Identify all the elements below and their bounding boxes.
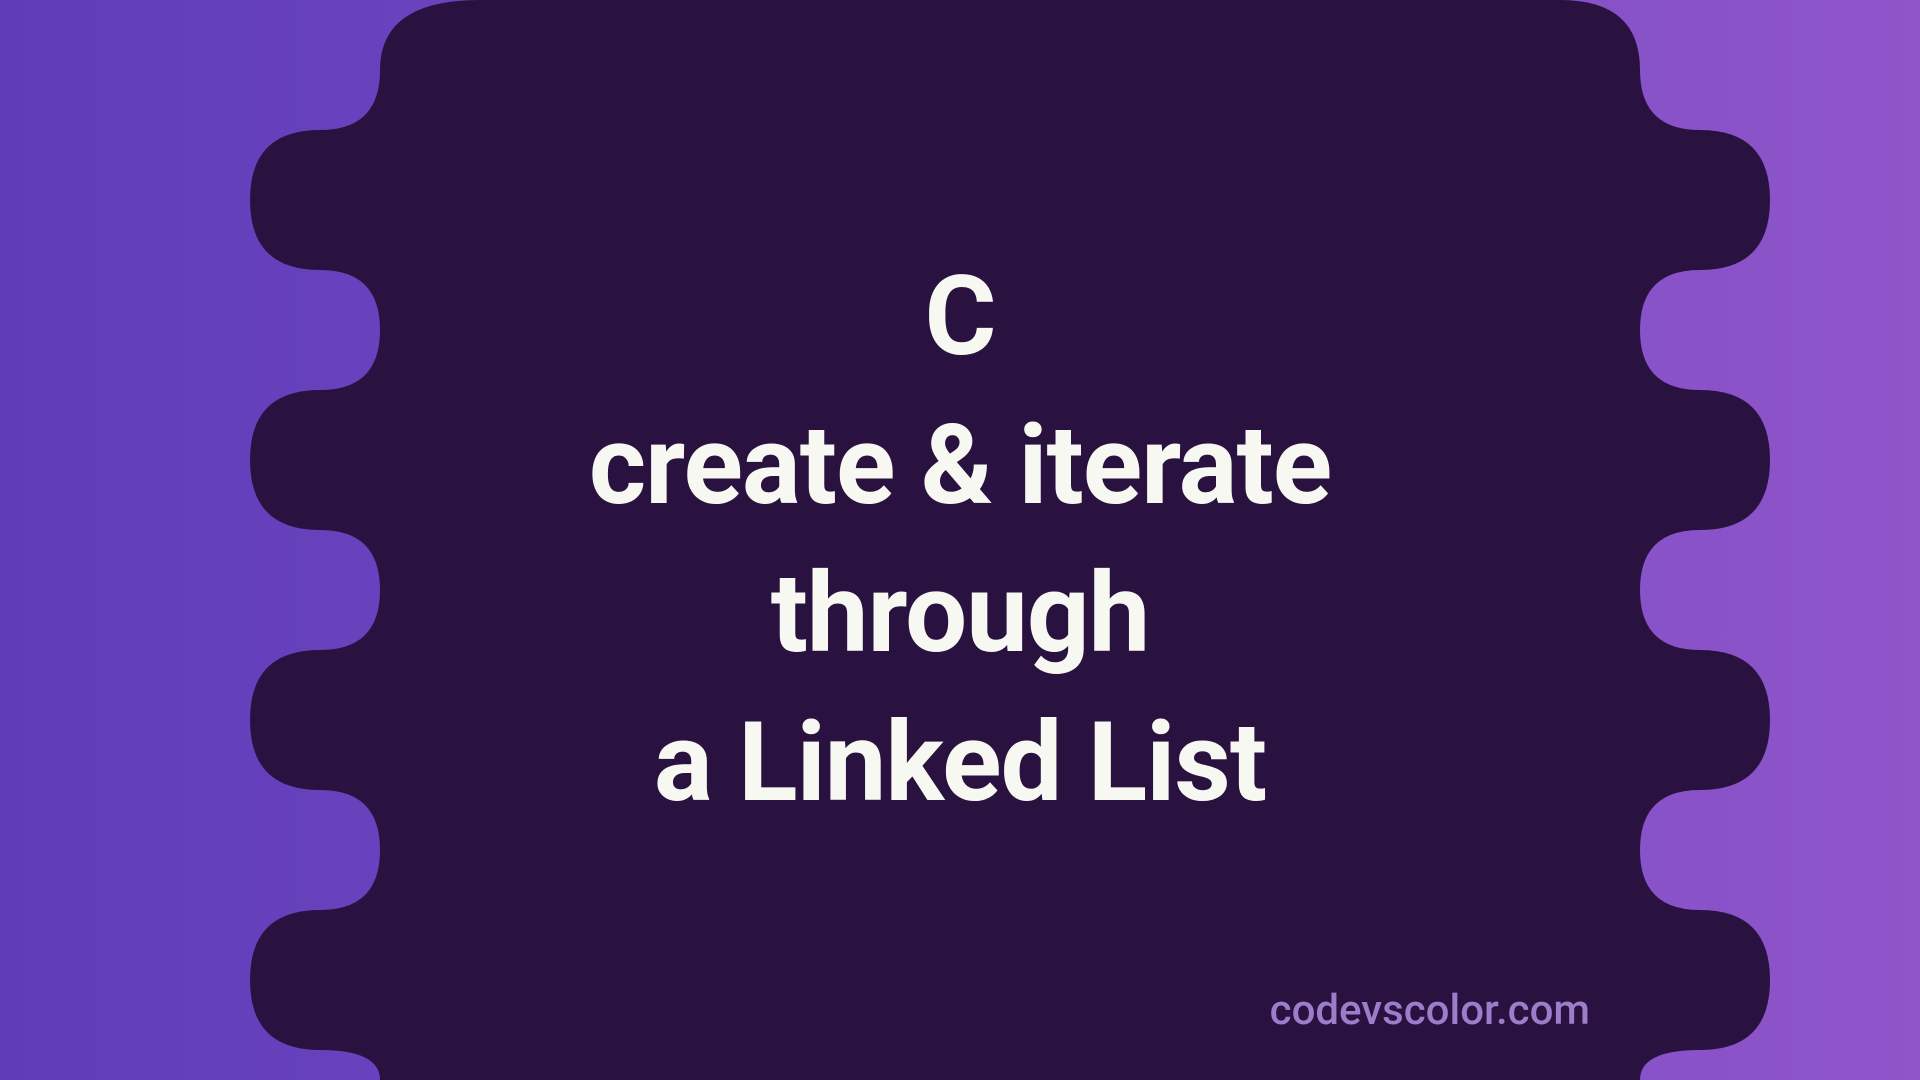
graphic-container: C create & iterate through a Linked List <box>0 0 1920 1080</box>
title-content: C create & iterate through a Linked List <box>0 243 1920 837</box>
title-line-1: C <box>0 243 1920 392</box>
title-line-3: through <box>0 540 1920 689</box>
title-line-2: create & iterate <box>0 392 1920 541</box>
watermark-text: codevscolor.com <box>1270 986 1590 1035</box>
title-line-4: a Linked List <box>0 689 1920 838</box>
